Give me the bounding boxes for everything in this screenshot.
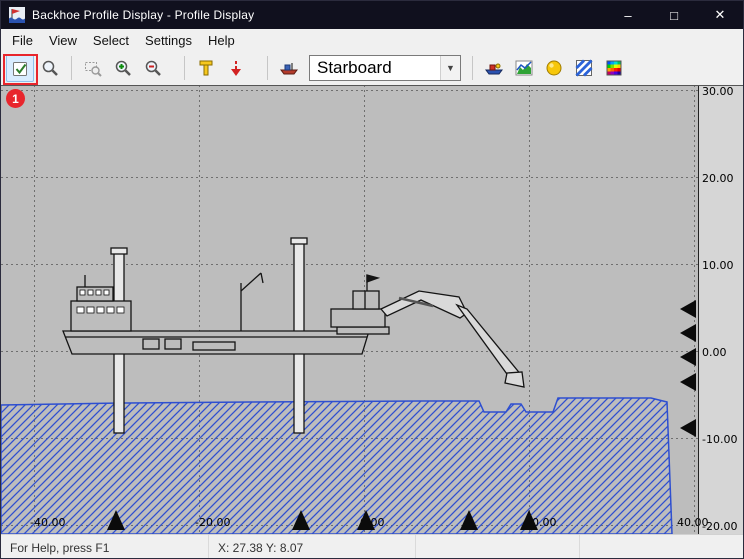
- status-section-empty: [415, 535, 579, 559]
- toolbar-separator: [472, 56, 473, 80]
- menu-select[interactable]: Select: [85, 31, 137, 50]
- app-window: Backhoe Profile Display - Profile Displa…: [0, 0, 744, 559]
- zoom-icon: [40, 58, 60, 78]
- slope-pattern-button[interactable]: [570, 54, 598, 82]
- window-title: Backhoe Profile Display - Profile Displa…: [32, 8, 254, 22]
- zoom-window-icon: [83, 58, 103, 78]
- menu-help[interactable]: Help: [200, 31, 243, 50]
- buoy-button[interactable]: [540, 54, 568, 82]
- depth-chart-button[interactable]: [510, 54, 538, 82]
- maximize-button[interactable]: □: [651, 1, 697, 29]
- vessel-config-button[interactable]: [480, 54, 508, 82]
- axis-tick-label: 20.00: [702, 172, 734, 185]
- y-axis-strip: [698, 85, 744, 534]
- axis-tick-label: -20.00: [195, 516, 230, 529]
- view-side-combobox[interactable]: Starboard ▼: [309, 55, 461, 81]
- status-help-text: For Help, press F1: [1, 535, 208, 559]
- buoy-icon: [544, 58, 564, 78]
- profile-vessel-button[interactable]: [275, 54, 303, 82]
- statusbar: For Help, press F1 X: 27.38 Y: 8.07: [1, 534, 744, 559]
- toolbar: Starboard ▼: [1, 51, 743, 85]
- slope-pattern-icon: [574, 58, 594, 78]
- toolbar-separator: [71, 56, 72, 80]
- close-button[interactable]: ✕: [697, 1, 743, 29]
- profile-vessel-icon: [279, 58, 299, 78]
- status-cursor-coordinates: X: 27.38 Y: 8.07: [208, 535, 415, 559]
- axis-tick-label: -10.00: [702, 433, 737, 446]
- chevron-down-icon[interactable]: ▼: [440, 56, 460, 80]
- axis-tick-label: 0.00: [702, 346, 727, 359]
- window-controls: – □ ✕: [605, 1, 743, 29]
- menu-view[interactable]: View: [41, 31, 85, 50]
- toolbar-separator: [267, 56, 268, 80]
- app-icon: [9, 7, 25, 23]
- color-map-button[interactable]: [600, 54, 628, 82]
- select-check-icon: [10, 58, 30, 78]
- seabed-profile: [1, 398, 672, 534]
- menu-settings[interactable]: Settings: [137, 31, 200, 50]
- axis-tick-label: -40.00: [30, 516, 65, 529]
- depth-chart-icon: [514, 58, 534, 78]
- combobox-value: Starboard: [310, 56, 440, 80]
- profile-plot-canvas[interactable]: 30.00 20.00 10.00 0.00 -10.00 -20.00 -40…: [1, 85, 744, 534]
- zoom-out-button[interactable]: [139, 54, 167, 82]
- vessel-config-icon: [484, 58, 504, 78]
- menubar: File View Select Settings Help: [1, 29, 743, 51]
- select-mode-button[interactable]: [6, 54, 34, 82]
- status-section-empty: [579, 535, 744, 559]
- spud-tool-button[interactable]: [192, 54, 220, 82]
- zoom-out-icon: [143, 58, 163, 78]
- axis-tick-label: 10.00: [702, 259, 734, 272]
- tide-arrow-icon: [226, 58, 246, 78]
- zoom-in-icon: [113, 58, 133, 78]
- toolbar-separator: [184, 56, 185, 80]
- axis-tick-label: 40.00: [677, 516, 709, 529]
- spud-tool-icon: [196, 58, 216, 78]
- titlebar: Backhoe Profile Display - Profile Displa…: [1, 1, 743, 29]
- zoom-button[interactable]: [36, 54, 64, 82]
- tide-arrow-button[interactable]: [222, 54, 250, 82]
- zoom-window-button[interactable]: [79, 54, 107, 82]
- axis-tick-label: 30.00: [702, 85, 734, 98]
- zoom-in-button[interactable]: [109, 54, 137, 82]
- deckhouse: [71, 301, 131, 331]
- minimize-button[interactable]: –: [605, 1, 651, 29]
- color-map-icon: [604, 58, 624, 78]
- menu-file[interactable]: File: [4, 31, 41, 50]
